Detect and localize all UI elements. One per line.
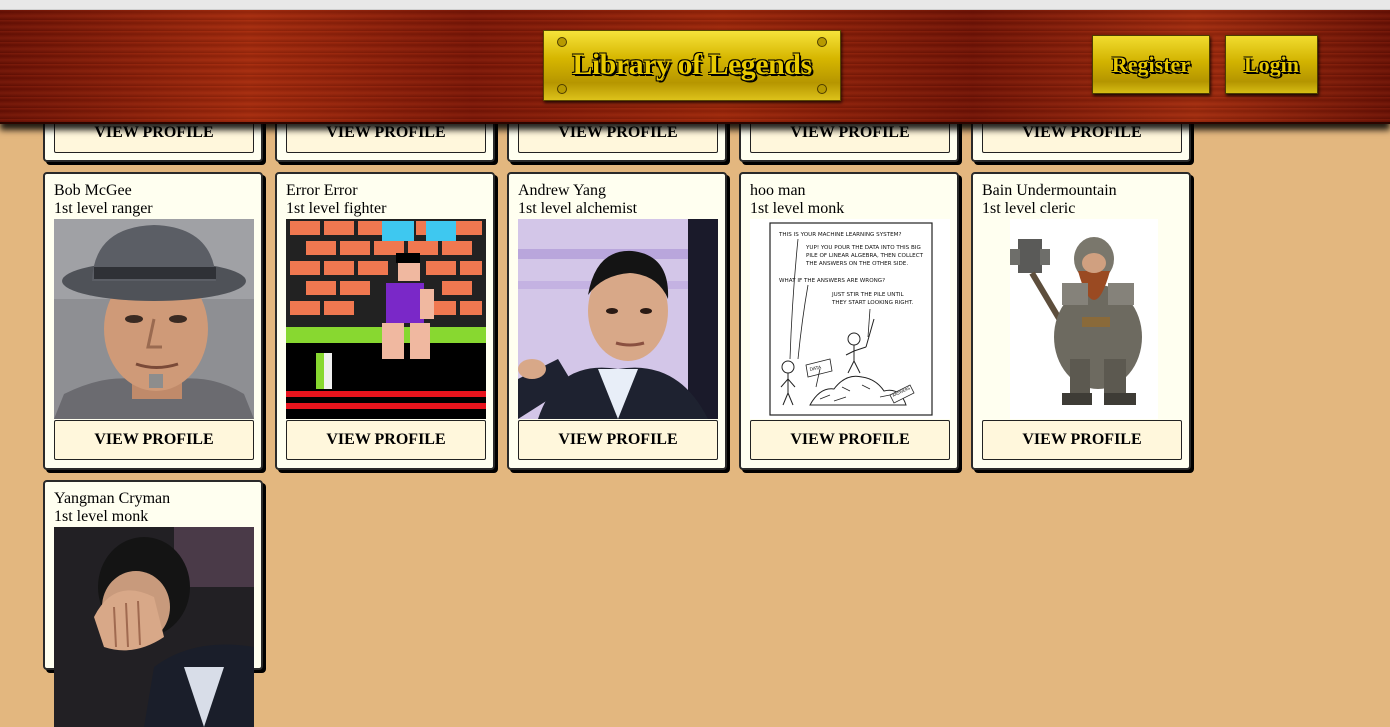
- character-portrait: [54, 527, 254, 727]
- character-level: 1st level fighter: [286, 200, 387, 217]
- character-name: hoo man: [750, 182, 806, 199]
- character-name: Andrew Yang: [518, 182, 606, 199]
- character-card: Error Error 1st level fighter VIEW PROFI…: [275, 172, 495, 470]
- comic-line: PILE OF LINEAR ALGEBRA, THEN COLLECT: [806, 253, 924, 259]
- comic-line: WHAT IF THE ANSWERS ARE WRONG?: [779, 278, 885, 284]
- character-portrait: [518, 219, 718, 419]
- register-button[interactable]: Register: [1092, 35, 1210, 94]
- comic-line: THEY START LOOKING RIGHT.: [831, 300, 914, 306]
- view-profile-button[interactable]: VIEW PROFILE: [982, 420, 1182, 460]
- comic-line: JUST STIR THE PILE UNTIL: [831, 292, 905, 298]
- site-header: Library of Legends Register Login: [0, 9, 1390, 124]
- comic-line: THIS IS YOUR MACHINE LEARNING SYSTEM?: [778, 232, 901, 238]
- rivet-icon: [817, 84, 827, 94]
- character-portrait: [982, 219, 1182, 419]
- character-name: Bain Undermountain: [982, 182, 1117, 199]
- character-level: 1st level ranger: [54, 200, 153, 217]
- character-level: 1st level monk: [54, 508, 149, 525]
- rivet-icon: [557, 37, 567, 47]
- character-level: 1st level alchemist: [518, 200, 638, 217]
- site-logo[interactable]: Library of Legends: [543, 30, 841, 101]
- character-card: Bob McGee 1st level ranger VIEW PROFILE: [43, 172, 263, 470]
- character-name: Error Error: [286, 182, 358, 199]
- character-card: Bain Undermountain 1st level cleric VIEW…: [971, 172, 1191, 470]
- comic-line: THE ANSWERS ON THE OTHER SIDE.: [805, 261, 908, 267]
- comic-line: YUP! YOU POUR THE DATA INTO THIS BIG: [805, 245, 921, 251]
- view-profile-button[interactable]: VIEW PROFILE: [54, 420, 254, 460]
- view-profile-button[interactable]: VIEW PROFILE: [750, 420, 950, 460]
- character-name: Yangman Cryman: [54, 490, 171, 507]
- character-card: Andrew Yang 1st level alchemist VIEW PRO…: [507, 172, 727, 470]
- character-name: Bob McGee: [54, 182, 132, 199]
- character-card: hoo man 1st level monk THIS IS YOUR MACH…: [739, 172, 959, 470]
- site-title: Library of Legends: [572, 48, 812, 81]
- character-card: Yangman Cryman 1st level monk: [43, 480, 263, 727]
- character-portrait: [54, 219, 254, 419]
- character-portrait: [286, 219, 486, 419]
- character-level: 1st level monk: [750, 200, 845, 217]
- browser-chrome-strip: [0, 0, 1390, 10]
- rivet-icon: [557, 84, 567, 94]
- login-button[interactable]: Login: [1225, 35, 1318, 94]
- view-profile-button[interactable]: VIEW PROFILE: [286, 420, 486, 460]
- character-level: 1st level cleric: [982, 200, 1076, 217]
- view-profile-button[interactable]: VIEW PROFILE: [518, 420, 718, 460]
- rivet-icon: [817, 37, 827, 47]
- character-portrait: THIS IS YOUR MACHINE LEARNING SYSTEM? YU…: [750, 219, 950, 419]
